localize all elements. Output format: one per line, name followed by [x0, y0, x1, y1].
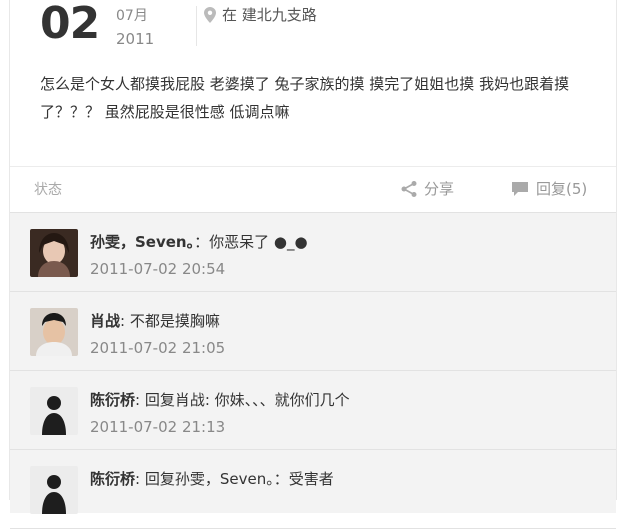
comment-time: 2011-07-02 21:13: [90, 418, 226, 436]
reply-label: 回复(5): [536, 180, 588, 198]
comment-time: 2011-07-02 21:05: [90, 339, 226, 357]
post-body: 怎么是个女人都摸我屁股 老婆摸了 兔子家族的摸 摸完了姐姐也摸 我妈也跟着摸了？…: [40, 75, 570, 121]
comment-author[interactable]: 陈衍桥: [90, 470, 135, 488]
share-button[interactable]: 分享: [400, 178, 454, 199]
comment-list: 孙雯，Seven。：你恶呆了 ●_● 2011-07-02 20:54 肖战: …: [10, 212, 616, 529]
comment-text: 陈衍桥: 回复孙雯，Seven。：受害者: [90, 468, 334, 489]
post-month: 07月: [116, 8, 148, 24]
comment-text: 肖战: 不都是摸胸嘛: [90, 310, 220, 331]
comment-content: : 回复孙雯，Seven。：受害者: [135, 470, 334, 488]
location-pin-icon: [204, 6, 216, 23]
avatar[interactable]: [30, 229, 78, 277]
reply-button[interactable]: 回复(5): [510, 178, 587, 199]
comment-text: 陈衍桥: 回复肖战: 你妹、、、就你们几个: [90, 389, 350, 410]
location-text: 在 建北九支路: [222, 6, 317, 24]
header-divider: [196, 6, 197, 46]
comment-time: 2011-07-02 20:54: [90, 260, 226, 278]
post-location[interactable]: 在 建北九支路: [204, 4, 317, 25]
comment-author[interactable]: 孙雯，Seven。: [90, 233, 194, 251]
comment-author[interactable]: 肖战: [90, 312, 120, 330]
status-label: 状态: [34, 182, 62, 198]
share-label: 分享: [424, 180, 455, 198]
comment-author[interactable]: 陈衍桥: [90, 391, 135, 409]
avatar[interactable]: [30, 466, 78, 514]
avatar[interactable]: [30, 308, 78, 356]
comment-content: ：你恶呆了 ●_●: [194, 233, 308, 251]
comment-item: 陈衍桥: 回复孙雯，Seven。：受害者: [10, 450, 616, 529]
post-header: 02 07月 2011 在 建北九支路: [40, 0, 600, 52]
comment-item: 肖战: 不都是摸胸嘛 2011-07-02 21:05: [10, 292, 616, 371]
comment-content: : 回复肖战: 你妹、、、就你们几个: [135, 391, 350, 409]
avatar[interactable]: [30, 387, 78, 435]
speech-bubble-icon: [512, 181, 528, 196]
comment-text: 孙雯，Seven。：你恶呆了 ●_●: [90, 231, 308, 252]
status-bar: 状态 分享 回复(5): [10, 166, 616, 211]
share-icon: [401, 180, 417, 197]
comment-content: : 不都是摸胸嘛: [120, 312, 220, 330]
comment-item: 孙雯，Seven。：你恶呆了 ●_● 2011-07-02 20:54: [10, 213, 616, 292]
comment-item: 陈衍桥: 回复肖战: 你妹、、、就你们几个 2011-07-02 21:13: [10, 371, 616, 450]
post-card: 02 07月 2011 在 建北九支路 怎么是个女人都摸我屁股 老婆摸了 兔子家…: [9, 0, 617, 529]
post-day: 02: [40, 0, 100, 49]
post-year: 2011: [116, 30, 155, 48]
